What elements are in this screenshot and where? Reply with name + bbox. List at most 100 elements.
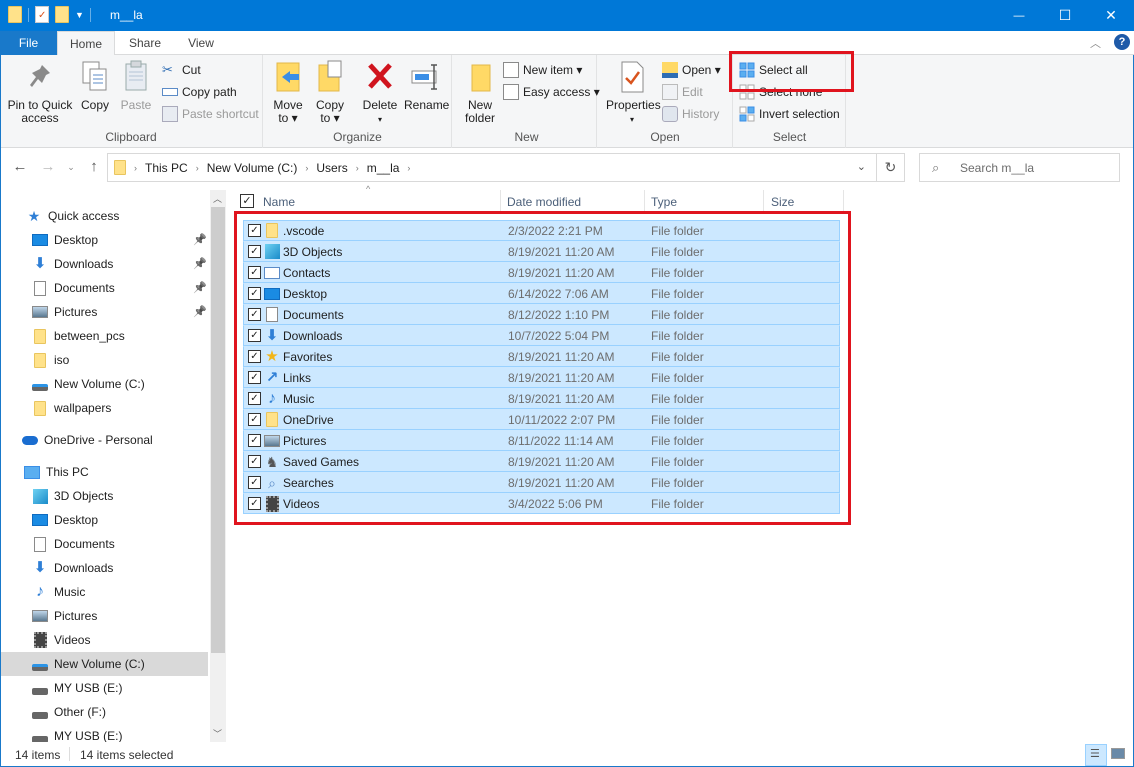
nav-pc-item[interactable]: ♪ Music [32,580,85,604]
tab-home[interactable]: Home [57,31,115,56]
chevron-right-icon[interactable]: › [356,163,359,173]
tab-view[interactable]: View [178,31,224,55]
properties-button[interactable]: Properties ▾ [606,59,661,126]
back-button[interactable]: ← [11,159,29,175]
nav-quick-item[interactable]: iso [32,348,69,372]
nav-quick-item[interactable]: wallpapers [32,396,111,420]
easy-access-button[interactable]: Easy access ▾ [503,82,600,102]
nav-pc-item[interactable]: Videos [32,628,90,652]
breadcrumb-users[interactable]: Users [316,161,347,175]
column-divider[interactable] [843,190,844,212]
scissors-icon: ✂ [162,62,173,77]
nav-quick-item[interactable]: Pictures [32,300,97,324]
pin-icon[interactable]: 📌 [193,257,207,270]
details-view-button[interactable]: ☰ [1085,744,1107,766]
nav-quick-item[interactable]: ⬇ Downloads [32,252,114,276]
close-button[interactable]: ✕ [1088,0,1134,31]
recent-locations-icon[interactable]: ⌄ [62,159,80,175]
nav-item-label: Downloads [54,257,114,271]
nav-scrollbar-thumb[interactable] [211,207,225,653]
organize-group-label: Organize [333,130,382,144]
nav-pc-item[interactable]: Pictures [32,604,97,628]
nav-quick-item[interactable]: Documents [32,276,115,300]
nav-quick-access[interactable]: ★ Quick access [26,204,120,228]
properties-icon[interactable]: ✓ [35,6,49,23]
desktop-icon [32,232,48,248]
new-folder-button[interactable]: New folder [461,59,499,125]
address-bar[interactable]: › This PC › New Volume (C:) › Users › m_… [107,153,877,182]
copy-button[interactable]: Copy [78,59,112,112]
move-to-button[interactable]: Move to ▾ [270,59,306,125]
delete-button[interactable]: Delete ▾ [360,59,400,126]
chevron-right-icon[interactable]: › [134,163,137,173]
window-title: m__la [110,8,143,22]
nav-quick-item[interactable]: New Volume (C:) [32,372,145,396]
quick-access-toolbar: ✓ ▼ [8,6,91,23]
column-divider[interactable] [763,190,764,212]
breadcrumb-this-pc[interactable]: This PC [145,161,188,175]
select-all-checkbox[interactable]: ✓ [240,194,254,208]
nav-item-label: This PC [46,465,89,479]
breadcrumb-current[interactable]: m__la [367,161,400,175]
customize-toolbar-icon[interactable]: ▼ [75,10,84,20]
properties-dropdown-arrow[interactable]: ▾ [630,115,634,124]
collapse-ribbon-icon[interactable]: ︿ [1090,35,1101,51]
nav-pc-item[interactable]: Documents [32,532,115,556]
nav-this-pc[interactable]: This PC [24,460,89,484]
column-divider[interactable] [500,190,501,212]
rename-button[interactable]: Rename [404,59,449,112]
nav-quick-item[interactable]: Desktop [32,228,98,252]
ribbon-tabs: File Home Share View ︿ ? [0,31,1134,56]
title-bar: ✓ ▼ m__la — ☐ ✕ [0,0,1134,31]
invert-selection-icon [739,106,755,122]
new-folder-icon[interactable] [55,6,69,23]
chevron-right-icon[interactable]: › [305,163,308,173]
scroll-down-icon[interactable]: ﹀ [213,727,222,740]
invert-selection-button[interactable]: Invert selection [739,104,840,124]
history-button[interactable]: History [662,104,719,124]
nav-pc-item[interactable]: Other (F:) [32,700,106,724]
edit-button[interactable]: Edit [662,82,703,102]
maximize-button[interactable]: ☐ [1042,0,1088,31]
tab-share[interactable]: Share [122,31,168,55]
chevron-right-icon[interactable]: › [196,163,199,173]
address-history-dropdown[interactable]: ⌄ [857,160,866,173]
breadcrumb-new-volume[interactable]: New Volume (C:) [207,161,298,175]
nav-item-label: Other (F:) [54,705,107,719]
nav-item-label: Quick access [48,209,120,223]
copy-path-button[interactable]: Copy path [162,82,237,102]
pin-icon[interactable]: 📌 [193,281,207,294]
open-group: Properties ▾ Open ▾ Edit History Open [598,55,733,148]
pin-to-quick-access-button[interactable]: Pin to Quick access [4,59,76,125]
minimize-button[interactable]: — [996,0,1042,31]
delete-dropdown-arrow[interactable]: ▾ [378,115,382,124]
refresh-button[interactable]: ↻ [877,153,905,182]
new-item-button[interactable]: New item ▾ [503,60,582,80]
nav-pc-item[interactable]: MY USB (E:) [32,676,122,700]
pin-icon[interactable]: 📌 [193,305,207,318]
move-to-label-line2: to ▾ [278,111,298,125]
tab-file[interactable]: File [0,31,57,55]
help-icon[interactable]: ? [1114,34,1130,50]
large-icons-view-button[interactable] [1111,748,1125,759]
forward-button[interactable]: → [39,159,57,175]
paste-button[interactable]: Paste [118,59,154,112]
scroll-up-icon[interactable]: ︿ [213,192,222,205]
open-button[interactable]: Open ▾ [662,60,721,80]
search-input[interactable]: ⌕ Search m__la [919,153,1120,182]
nav-quick-item[interactable]: between_pcs [32,324,125,348]
nav-pc-item[interactable]: Desktop [32,508,98,532]
nav-onedrive[interactable]: OneDrive - Personal [22,428,153,452]
pin-icon[interactable]: 📌 [193,233,207,246]
nav-pc-item[interactable]: ⬇ Downloads [32,556,114,580]
paste-shortcut-button[interactable]: Paste shortcut [162,104,259,124]
chevron-right-icon[interactable]: › [407,163,410,173]
column-divider[interactable] [644,190,645,212]
paste-icon [125,60,147,91]
nav-pc-item[interactable]: 3D Objects [32,484,113,508]
copy-to-button[interactable]: Copy to ▾ [312,59,348,125]
cut-button[interactable]: ✂ Cut [162,60,201,80]
nav-pc-item[interactable]: MY USB (E:) [32,724,122,742]
nav-pc-item[interactable]: New Volume (C:) [0,652,208,676]
up-button[interactable]: ↑ [85,159,103,175]
